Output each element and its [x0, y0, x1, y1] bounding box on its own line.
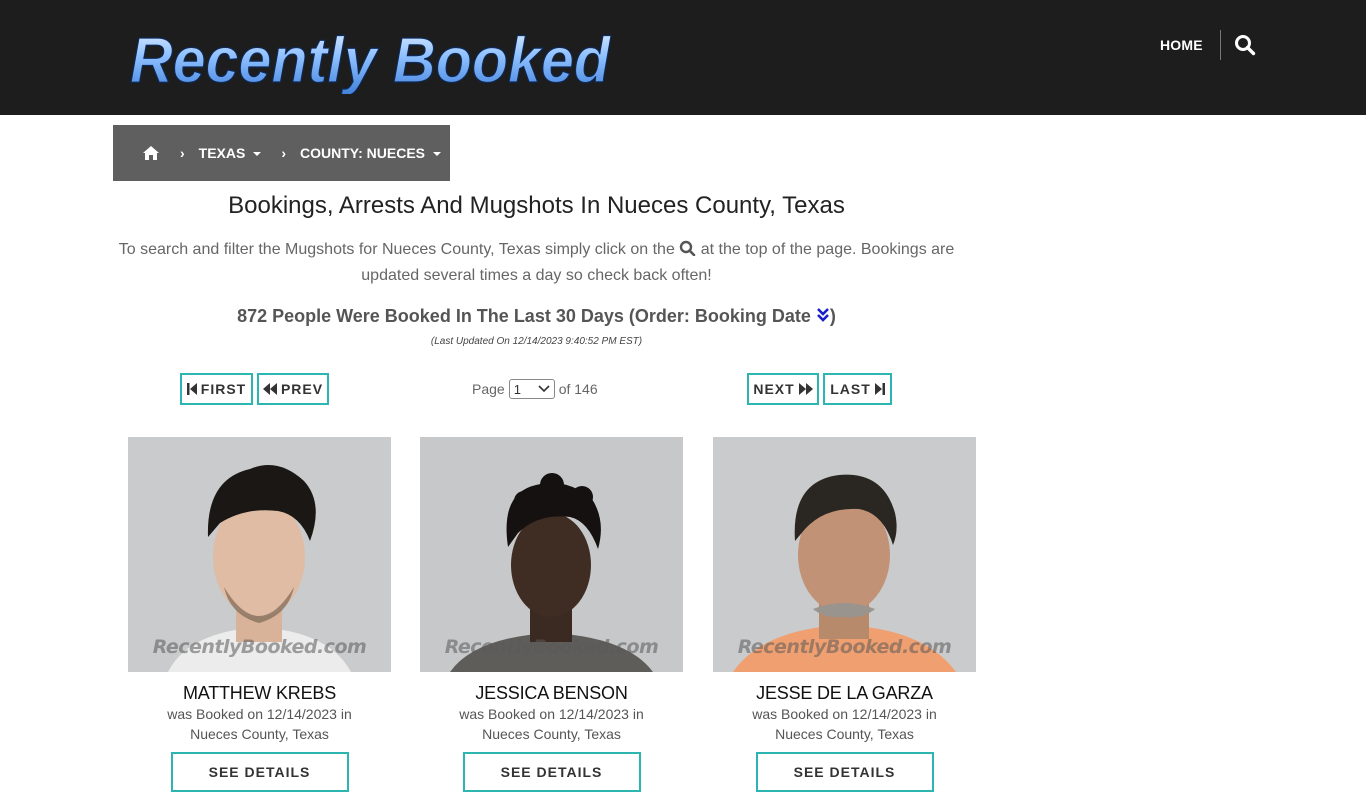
booking-date-line: was Booked on 12/14/2023 in — [752, 706, 937, 722]
booking-card: RecentlyBooked.com MATTHEW KREBS was Boo… — [128, 437, 391, 792]
booking-location: Nueces County, Texas — [190, 726, 329, 742]
last-page-label: LAST — [830, 381, 871, 397]
booking-count: 872 People Were Booked In The Last 30 Da… — [113, 303, 960, 329]
see-details-button[interactable]: SEE DETAILS — [170, 752, 349, 792]
first-page-button[interactable]: FIRST — [180, 373, 253, 405]
breadcrumb-texas-label: TEXAS — [198, 145, 246, 161]
mugshot-image[interactable]: RecentlyBooked.com — [420, 437, 683, 672]
see-details-button[interactable]: SEE DETAILS — [755, 752, 934, 792]
chevron-right-icon: › — [281, 145, 287, 161]
booking-date-line: was Booked on 12/14/2023 in — [459, 706, 644, 722]
first-page-label: FIRST — [200, 381, 247, 397]
inmate-name[interactable]: JESSE DE LA GARZA — [713, 682, 976, 704]
booking-location: Nueces County, Texas — [482, 726, 621, 742]
breadcrumb-county-dropdown[interactable]: COUNTY: NUECES — [300, 145, 441, 161]
booking-card: RecentlyBooked.com JESSICA BENSON was Bo… — [420, 437, 683, 792]
intro-text: To search and filter the Mugshots for Nu… — [113, 237, 960, 289]
watermark-text: RecentlyBooked.com — [152, 636, 367, 658]
home-icon[interactable] — [142, 145, 160, 161]
booking-location: Nueces County, Texas — [775, 726, 914, 742]
booking-date-line: was Booked on 12/14/2023 in — [167, 706, 352, 722]
breadcrumb-county-label: COUNTY: NUECES — [300, 145, 425, 161]
caret-down-icon — [253, 152, 262, 157]
booking-card: RecentlyBooked.com JESSE DE LA GARZA was… — [713, 437, 976, 792]
rewind-icon — [262, 383, 277, 395]
watermark-text: RecentlyBooked.com — [737, 636, 952, 658]
breadcrumb-texas-dropdown[interactable]: TEXAS — [199, 145, 262, 161]
page-label: Page — [472, 381, 505, 397]
prev-page-button[interactable]: PREV — [257, 373, 329, 405]
page-total: of 146 — [558, 381, 598, 397]
inmate-name[interactable]: JESSICA BENSON — [420, 682, 683, 704]
mugshot-image[interactable]: RecentlyBooked.com — [713, 437, 976, 672]
booking-count-text: 872 People Were Booked In The Last 30 Da… — [237, 306, 811, 326]
chevron-down-icon — [538, 385, 550, 393]
search-icon[interactable] — [1234, 34, 1256, 56]
inmate-name[interactable]: MATTHEW KREBS — [128, 682, 391, 704]
mugshot-image[interactable]: RecentlyBooked.com — [128, 437, 391, 672]
site-header: Recently Booked HOME — [0, 0, 1366, 115]
breadcrumb: › TEXAS › COUNTY: NUECES — [113, 125, 450, 181]
last-updated: (Last Updated On 12/14/2023 9:40:52 PM E… — [430, 336, 643, 347]
next-page-label: NEXT — [753, 381, 795, 397]
nav-divider — [1220, 30, 1221, 60]
caret-down-icon — [433, 152, 441, 157]
skip-last-icon — [874, 383, 885, 395]
page-select-value: 1 — [513, 381, 521, 397]
intro-part-1: To search and filter the Mugshots for Nu… — [118, 241, 675, 258]
skip-first-icon — [186, 383, 197, 395]
page-title: Bookings, Arrests And Mugshots In Nueces… — [228, 192, 845, 219]
watermark-text: RecentlyBooked.com — [444, 636, 659, 658]
see-details-button[interactable]: SEE DETAILS — [462, 752, 641, 792]
page-selector: Page 1 of 146 — [472, 377, 598, 401]
booking-count-close: ) — [829, 306, 836, 326]
logo-text: Recently Booked — [130, 24, 612, 94]
site-logo[interactable]: Recently Booked — [126, 18, 616, 94]
prev-page-label: PREV — [280, 381, 324, 397]
nav-home-link[interactable]: HOME — [1160, 34, 1203, 56]
page-select[interactable]: 1 — [508, 379, 555, 399]
sort-order-icon[interactable] — [816, 304, 830, 322]
chevron-right-icon: › — [180, 145, 185, 161]
fast-forward-icon — [798, 383, 813, 395]
search-icon[interactable] — [679, 239, 696, 257]
next-page-button[interactable]: NEXT — [747, 373, 819, 405]
last-page-button[interactable]: LAST — [823, 373, 892, 405]
